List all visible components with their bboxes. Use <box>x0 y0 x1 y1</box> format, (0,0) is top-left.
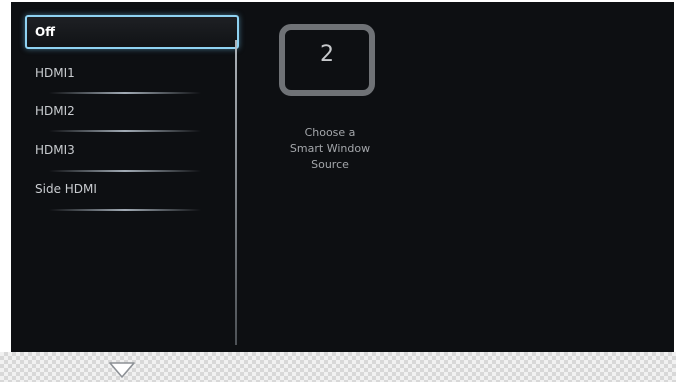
menu-item-label: Side HDMI <box>35 182 97 196</box>
menu-item-side-hdmi[interactable]: Side HDMI <box>25 172 239 206</box>
smart-window-icon: 2 <box>279 24 375 96</box>
smart-window-number: 2 <box>320 42 334 67</box>
smart-window-hint: Choose a Smart Window Source <box>257 125 403 173</box>
tv-menu-panel: Off HDMI1 HDMI2 HDMI3 Side HDMI 2 Choose… <box>11 2 674 352</box>
menu-item-label: HDMI2 <box>35 104 75 118</box>
menu-item-hdmi2[interactable]: HDMI2 <box>25 94 239 128</box>
source-menu-list: Off HDMI1 HDMI2 HDMI3 Side HDMI <box>11 2 241 352</box>
screen: Off HDMI1 HDMI2 HDMI3 Side HDMI 2 Choose… <box>0 0 676 382</box>
hint-line: Smart Window <box>289 142 371 155</box>
menu-item-hdmi3[interactable]: HDMI3 <box>25 133 239 167</box>
menu-item-label: Off <box>35 25 55 39</box>
menu-separator <box>49 130 201 132</box>
menu-item-label: HDMI3 <box>35 143 75 157</box>
menu-item-hdmi1[interactable]: HDMI1 <box>25 56 239 90</box>
menu-item-off[interactable]: Off <box>25 15 239 49</box>
vertical-divider <box>235 40 237 345</box>
menu-item-label: HDMI1 <box>35 66 75 80</box>
hint-line: Source <box>311 158 349 171</box>
menu-separator <box>49 209 201 211</box>
triangle-down-icon[interactable] <box>108 361 136 379</box>
hint-line: Choose a <box>304 126 356 139</box>
transparency-strip <box>0 352 676 382</box>
